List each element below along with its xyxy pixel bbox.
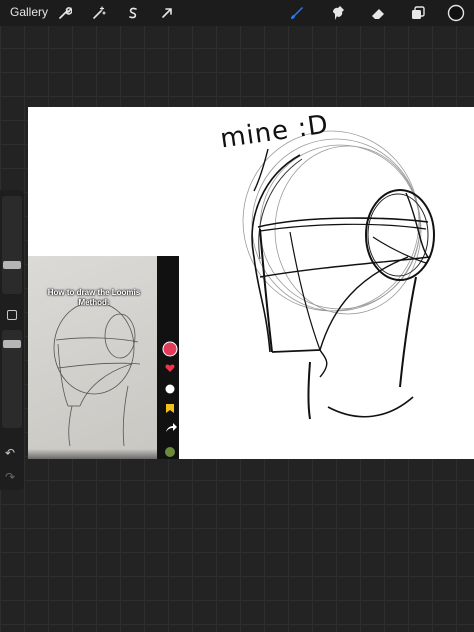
color-swatch-icon[interactable]	[446, 3, 466, 23]
share-icon	[166, 423, 177, 432]
reference-caption-fade	[28, 449, 157, 459]
smudge-icon[interactable]	[328, 3, 348, 23]
wrench-icon[interactable]	[55, 3, 75, 23]
modify-button[interactable]	[7, 310, 17, 320]
like-icon	[165, 364, 175, 372]
comment-icon	[165, 384, 175, 394]
gallery-button[interactable]: Gallery	[10, 5, 48, 19]
reference-image[interactable]: How to draw the Loomis Method:	[28, 256, 179, 459]
reference-side-strip	[157, 256, 179, 459]
left-sidebar: ↶ ↷	[0, 190, 24, 490]
reference-title: How to draw the Loomis Method:	[47, 288, 141, 307]
undo-icon[interactable]: ↶	[5, 446, 15, 460]
music-disc-icon	[165, 447, 175, 457]
reference-photo: How to draw the Loomis Method:	[28, 256, 157, 459]
brush-size-handle[interactable]	[3, 261, 21, 269]
redo-icon[interactable]: ↷	[5, 470, 15, 484]
eraser-icon[interactable]	[368, 3, 388, 23]
magic-wand-icon[interactable]	[89, 3, 109, 23]
avatar-icon	[162, 341, 178, 357]
brush-icon[interactable]	[286, 3, 306, 23]
brush-size-slider[interactable]	[2, 196, 22, 294]
bookmark-icon	[166, 404, 174, 413]
selection-icon[interactable]	[123, 3, 143, 23]
transform-arrow-icon[interactable]	[157, 3, 177, 23]
opacity-handle[interactable]	[3, 340, 21, 348]
layers-icon[interactable]	[408, 3, 428, 23]
top-toolbar: Gallery	[0, 0, 474, 26]
